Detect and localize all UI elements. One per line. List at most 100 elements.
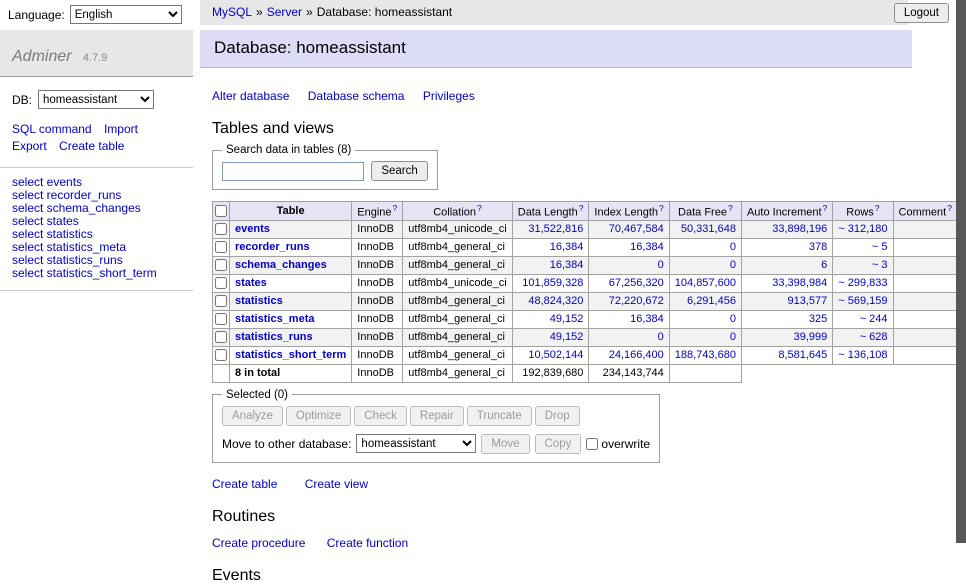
analyze-button[interactable]: Analyze <box>222 406 283 426</box>
table-name-cell: schema_changes <box>230 256 352 274</box>
help-icon[interactable]: ? <box>947 203 952 213</box>
table-name-link[interactable]: schema_changes <box>235 259 327 271</box>
engine-cell: InnoDB <box>352 274 403 292</box>
language-select[interactable]: English <box>70 5 182 24</box>
row-checkbox[interactable] <box>215 295 227 307</box>
help-icon[interactable]: ? <box>393 203 398 213</box>
auto-increment-link[interactable]: 325 <box>809 313 827 325</box>
rows-link[interactable]: ~ 3 <box>872 259 888 271</box>
index-length-link[interactable]: 0 <box>658 331 664 343</box>
select-all-checkbox[interactable] <box>215 205 227 217</box>
help-icon[interactable]: ? <box>579 203 584 213</box>
row-checkbox[interactable] <box>215 331 227 343</box>
rows-link[interactable]: ~ 299,833 <box>838 277 887 289</box>
data-free-link[interactable]: 0 <box>730 313 736 325</box>
row-checkbox[interactable] <box>215 223 227 235</box>
row-checkbox[interactable] <box>215 313 227 325</box>
rows-link[interactable]: ~ 136,108 <box>838 349 887 361</box>
check-button[interactable]: Check <box>354 406 407 426</box>
help-icon[interactable]: ? <box>823 203 828 213</box>
index-length-link[interactable]: 16,384 <box>630 313 664 325</box>
row-checkbox[interactable] <box>215 259 227 271</box>
table-name-link[interactable]: recorder_runs <box>235 241 310 253</box>
help-icon[interactable]: ? <box>659 203 664 213</box>
table-row: eventsInnoDButf8mb4_unicode_ci31,522,816… <box>213 220 958 238</box>
privileges-link[interactable]: Privileges <box>423 89 475 103</box>
collation-cell: utf8mb4_general_ci <box>403 238 512 256</box>
rows-link[interactable]: ~ 312,180 <box>838 223 887 235</box>
index-length-link[interactable]: 16,384 <box>630 241 664 253</box>
breadcrumb-link-server[interactable]: Server <box>267 5 302 19</box>
auto-increment-link[interactable]: 6 <box>821 259 827 271</box>
search-button[interactable]: Search <box>371 161 427 181</box>
auto-increment-link[interactable]: 913,577 <box>788 295 828 307</box>
row-checkbox[interactable] <box>215 277 227 289</box>
data-length-link[interactable]: 101,859,328 <box>522 277 583 289</box>
auto-increment-link[interactable]: 33,398,984 <box>772 277 827 289</box>
row-checkbox[interactable] <box>215 241 227 253</box>
auto-increment-link[interactable]: 378 <box>809 241 827 253</box>
auto-increment-link[interactable]: 8,581,645 <box>778 349 827 361</box>
index-length-link[interactable]: 70,467,584 <box>609 223 664 235</box>
data-length-link[interactable]: 49,152 <box>550 331 584 343</box>
index-length-link[interactable]: 24,166,400 <box>609 349 664 361</box>
data-free-link[interactable]: 6,291,456 <box>687 295 736 307</box>
collation-cell: utf8mb4_general_ci <box>403 310 512 328</box>
app-name[interactable]: Adminer <box>12 48 72 65</box>
table-name-link[interactable]: statistics_runs <box>235 331 313 343</box>
alter-database-link[interactable]: Alter database <box>212 89 289 103</box>
index-length-link[interactable]: 0 <box>658 259 664 271</box>
repair-button[interactable]: Repair <box>410 406 464 426</box>
data-length-link[interactable]: 16,384 <box>550 241 584 253</box>
rows-link[interactable]: ~ 244 <box>860 313 888 325</box>
drop-button[interactable]: Drop <box>535 406 580 426</box>
data-free-link[interactable]: 188,743,680 <box>675 349 736 361</box>
search-input[interactable] <box>222 162 364 181</box>
table-name-link[interactable]: statistics <box>235 295 283 307</box>
table-name-link[interactable]: statistics_short_term <box>235 349 346 361</box>
create-view-link[interactable]: Create view <box>305 477 368 491</box>
optimize-button[interactable]: Optimize <box>286 406 351 426</box>
data-length-link[interactable]: 48,824,320 <box>528 295 583 307</box>
index-length-cell: 0 <box>589 328 669 346</box>
rows-link[interactable]: ~ 5 <box>872 241 888 253</box>
database-schema-link[interactable]: Database schema <box>308 89 405 103</box>
sidebar-link-import[interactable]: Import <box>104 122 138 136</box>
index-length-link[interactable]: 72,220,672 <box>609 295 664 307</box>
sidebar-link-sql-command[interactable]: SQL command <box>12 122 92 136</box>
table-name-link[interactable]: events <box>235 223 270 235</box>
help-icon[interactable]: ? <box>875 203 880 213</box>
move-database-select[interactable]: homeassistant <box>356 434 476 453</box>
sidebar-table-link[interactable]: select statistics_short_term <box>12 267 181 280</box>
logout-button[interactable]: Logout <box>894 3 949 23</box>
overwrite-checkbox[interactable] <box>586 438 598 450</box>
table-name-link[interactable]: states <box>235 277 267 289</box>
help-icon[interactable]: ? <box>477 203 482 213</box>
copy-button[interactable]: Copy <box>535 434 582 454</box>
auto-increment-link[interactable]: 39,999 <box>794 331 828 343</box>
rows-link[interactable]: ~ 569,159 <box>838 295 887 307</box>
auto-increment-link[interactable]: 33,898,196 <box>772 223 827 235</box>
data-length-link[interactable]: 16,384 <box>550 259 584 271</box>
move-button[interactable]: Move <box>481 434 529 454</box>
sidebar-link-export[interactable]: Export <box>12 139 47 153</box>
sidebar-link-create-table[interactable]: Create table <box>59 139 124 153</box>
data-length-link[interactable]: 49,152 <box>550 313 584 325</box>
breadcrumb-link-mysql[interactable]: MySQL <box>212 5 252 19</box>
row-checkbox[interactable] <box>215 349 227 361</box>
truncate-button[interactable]: Truncate <box>467 406 532 426</box>
help-icon[interactable]: ? <box>728 203 733 213</box>
data-free-link[interactable]: 0 <box>730 331 736 343</box>
data-free-link[interactable]: 50,331,648 <box>681 223 736 235</box>
data-free-link[interactable]: 104,857,600 <box>675 277 736 289</box>
index-length-link[interactable]: 67,256,320 <box>609 277 664 289</box>
data-length-link[interactable]: 10,502,144 <box>528 349 583 361</box>
table-name-link[interactable]: statistics_meta <box>235 313 315 325</box>
create-table-link[interactable]: Create table <box>212 477 277 491</box>
db-select[interactable]: homeassistant <box>38 90 154 109</box>
data-free-link[interactable]: 0 <box>730 241 736 253</box>
data-length-link[interactable]: 31,522,816 <box>528 223 583 235</box>
data-free-link[interactable]: 0 <box>730 259 736 271</box>
vertical-scrollbar[interactable] <box>956 0 966 543</box>
rows-link[interactable]: ~ 628 <box>860 331 888 343</box>
